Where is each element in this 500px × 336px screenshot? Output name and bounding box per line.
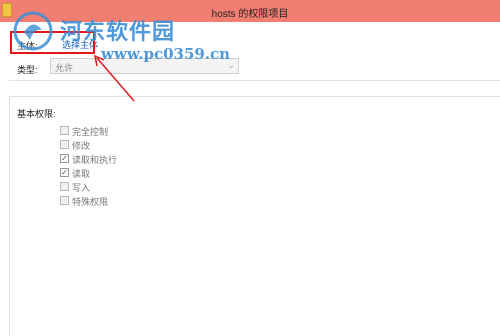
read-execute-checkbox[interactable]: ✓ xyxy=(60,154,69,163)
special-checkbox[interactable] xyxy=(60,196,69,205)
write-label: 写入 xyxy=(72,183,91,193)
basic-permissions-heading: 基本权限: xyxy=(17,109,56,119)
watermark-logo-icon xyxy=(13,11,53,51)
type-label: 类型: xyxy=(17,65,38,75)
type-select-value: 允许 xyxy=(55,63,74,73)
read-execute-label: 读取和执行 xyxy=(72,155,118,165)
write-checkbox[interactable] xyxy=(60,182,69,191)
full-control-label: 完全控制 xyxy=(72,127,109,137)
read-checkbox[interactable]: ✓ xyxy=(60,168,69,177)
special-label: 特殊权限 xyxy=(72,197,109,207)
watermark-site-name: 河东软件园 xyxy=(60,19,176,45)
full-control-checkbox[interactable] xyxy=(60,126,69,135)
read-label: 读取 xyxy=(72,169,91,179)
modify-label: 修改 xyxy=(72,141,91,151)
watermark-url: www.pc0359.cn xyxy=(101,45,231,63)
modify-checkbox[interactable] xyxy=(60,140,69,149)
